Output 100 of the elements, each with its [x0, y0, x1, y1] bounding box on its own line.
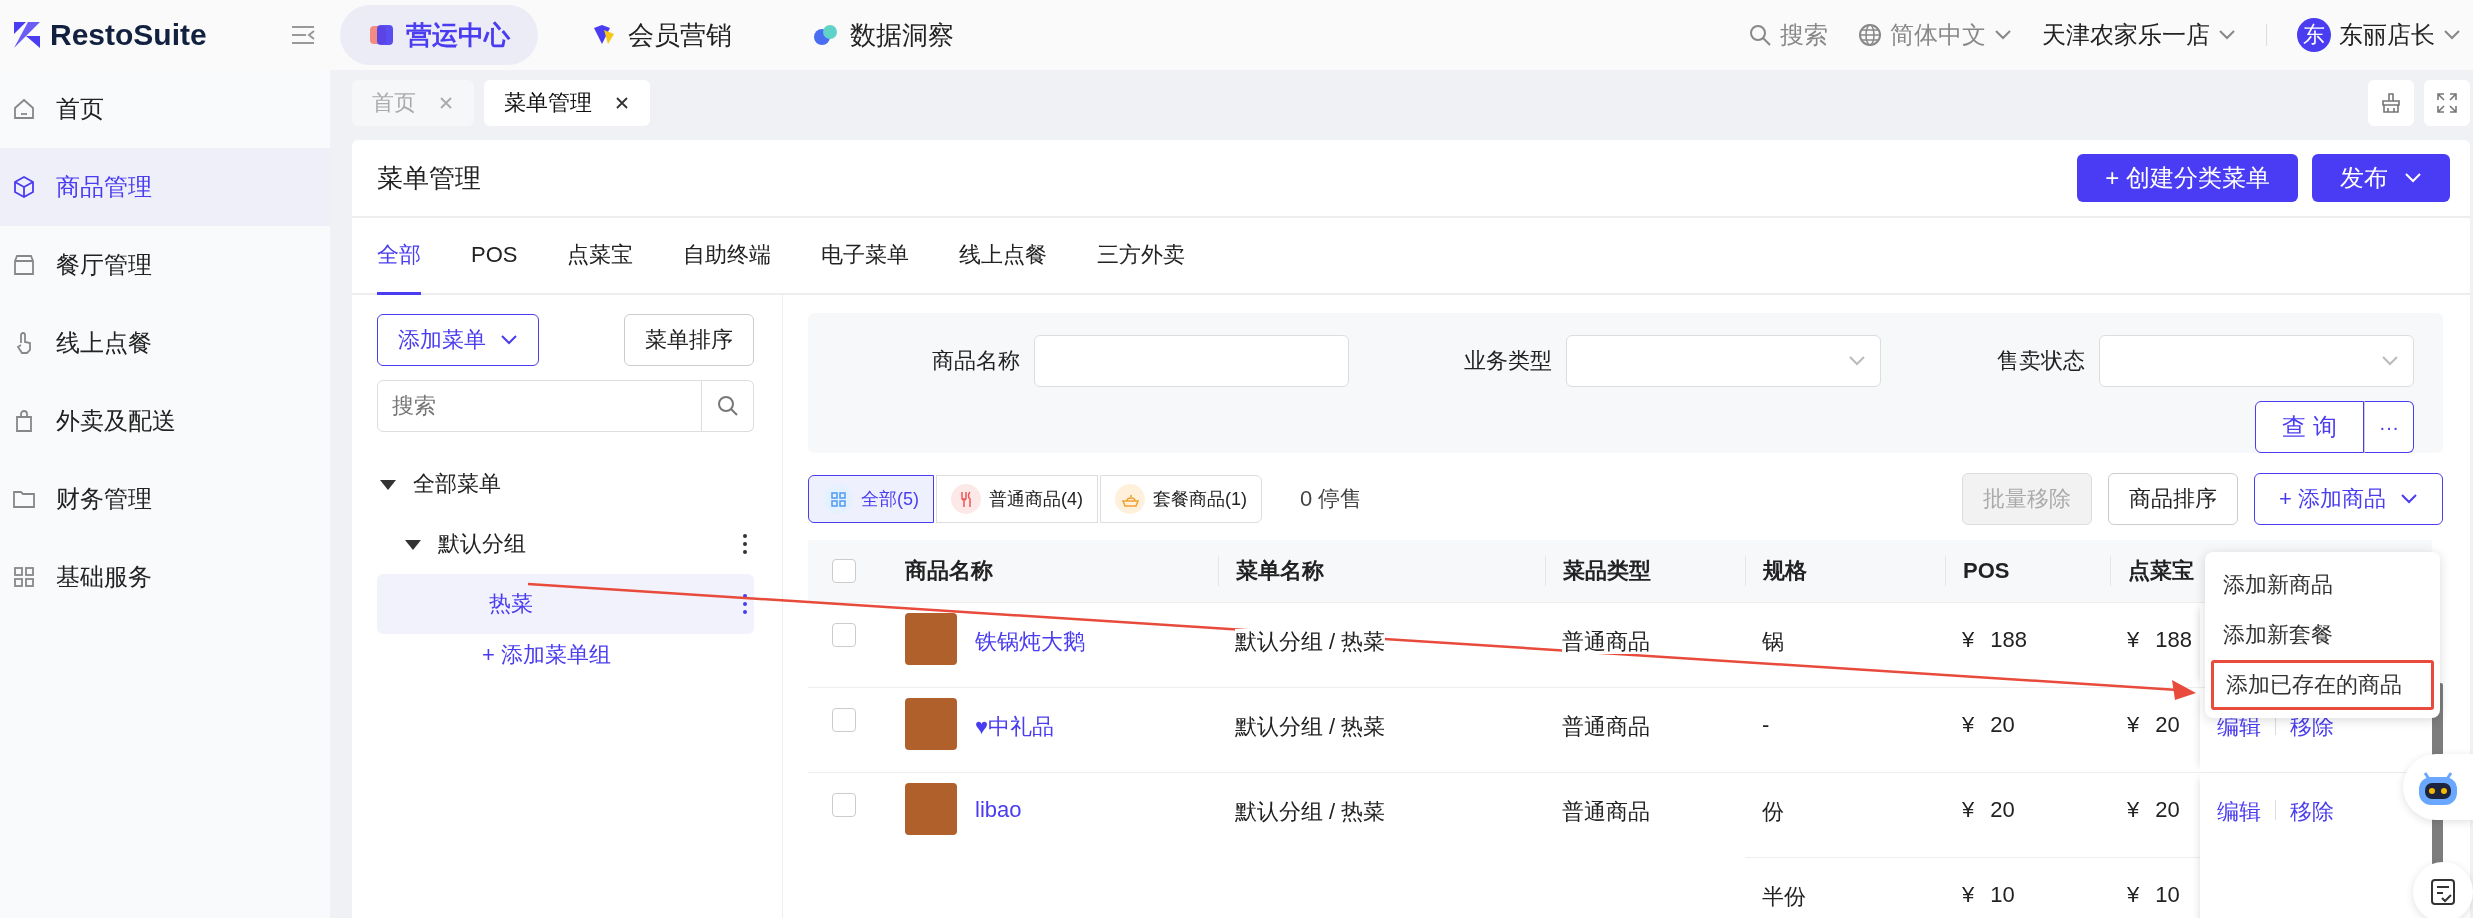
add-group-link[interactable]: + 添加菜单组 — [482, 640, 611, 670]
fullscreen-icon — [2436, 92, 2458, 114]
toolbar-button[interactable]: 商品排序 — [2108, 473, 2239, 525]
clear-button[interactable] — [2368, 80, 2414, 126]
action-link[interactable]: 移除 — [2290, 797, 2334, 827]
input-field[interactable] — [1034, 335, 1349, 387]
table-cell: 普通商品 — [1562, 714, 1650, 739]
assistant-button[interactable] — [2403, 754, 2473, 820]
menu-item[interactable]: 添加新套餐 — [2211, 610, 2434, 660]
search-icon — [1748, 23, 1772, 47]
caret-icon — [2443, 29, 2461, 41]
caret-icon — [2381, 355, 2399, 367]
toolbar-button[interactable]: + 添加商品 — [2254, 473, 2443, 525]
add-menu-button[interactable]: 添加菜单 — [377, 314, 539, 366]
menu-item-icon — [12, 565, 36, 589]
action-link[interactable]: 编辑 — [2217, 797, 2261, 827]
search-button[interactable] — [702, 380, 754, 432]
store-selector[interactable]: 天津农家乐一店 — [2042, 19, 2236, 51]
photo-placeholder — [905, 698, 957, 750]
type-tab[interactable]: 普通商品(4) — [936, 475, 1098, 523]
menu-item-icon — [12, 175, 36, 199]
checklist-icon — [2430, 878, 2456, 906]
channel-tab[interactable]: 电子菜单 — [821, 218, 910, 295]
sidebar-item[interactable]: 外卖及配送 — [0, 382, 330, 460]
product-link[interactable]: ♥中礼品 — [975, 712, 1055, 742]
product-link[interactable]: libao — [975, 797, 1022, 823]
logo-icon — [12, 20, 42, 50]
sidebar-item[interactable]: 财务管理 — [0, 460, 330, 538]
query-button[interactable]: 查 询 — [2255, 401, 2364, 453]
column-header: 点菜宝 — [2110, 556, 2200, 586]
menu-item[interactable]: 添加新商品 — [2211, 560, 2434, 610]
channel-tab[interactable]: 线上点餐 — [959, 218, 1048, 295]
create-button[interactable]: + 创建分类菜单 — [2077, 154, 2298, 202]
channel-tab[interactable]: 点菜宝 — [567, 218, 634, 295]
column-header: POS — [1945, 556, 2110, 586]
sidebar-item[interactable]: 商品管理 — [0, 148, 330, 226]
tree-node[interactable]: 热菜 — [377, 574, 754, 634]
table-cell: 普通商品 — [1562, 799, 1650, 824]
sort-menu-button[interactable]: 菜单排序 — [624, 314, 754, 366]
checkbox[interactable] — [832, 623, 856, 647]
sidebar-item[interactable]: 餐厅管理 — [0, 226, 330, 304]
table-cell: 半份 — [1762, 884, 1806, 909]
sidebar-item[interactable]: 基础服务 — [0, 538, 330, 616]
page-title: 菜单管理 — [377, 161, 481, 195]
select-field[interactable] — [1566, 335, 1881, 387]
checkbox[interactable] — [832, 708, 856, 732]
user-menu[interactable]: 东 东丽店长 — [2297, 18, 2461, 52]
menu-item-icon — [12, 97, 36, 121]
caret-icon — [2400, 493, 2418, 505]
field-label: 业务类型 — [1463, 347, 1552, 375]
tree-node[interactable]: 全部菜单 — [377, 454, 754, 514]
module-tab[interactable]: 营运中心 — [340, 5, 538, 65]
close-icon[interactable] — [614, 95, 630, 111]
caret-icon — [1994, 29, 2012, 41]
table-cell: 普通商品 — [1562, 629, 1650, 654]
module-tab[interactable]: 会员营销 — [562, 5, 760, 65]
publish-button[interactable]: 发布 — [2312, 154, 2450, 202]
logo-text: RestoSuite — [50, 18, 207, 52]
photo-placeholder — [905, 613, 957, 665]
menu-item-icon — [12, 253, 36, 277]
search-field[interactable]: 搜索 — [377, 380, 702, 432]
select-field[interactable] — [2099, 335, 2414, 387]
caret-icon — [500, 334, 518, 346]
kebab-icon[interactable] — [742, 533, 748, 555]
broom-icon — [2379, 91, 2403, 115]
tree-node[interactable]: 默认分组 — [377, 514, 754, 574]
module-icon — [368, 22, 394, 48]
sidebar-item[interactable]: 首页 — [0, 70, 330, 148]
table-cell: 默认分组 / 热菜 — [1235, 799, 1386, 824]
page-tab[interactable]: 菜单管理 — [484, 80, 650, 126]
fullscreen-button[interactable] — [2424, 80, 2470, 126]
caret-icon — [2218, 29, 2236, 41]
search-icon — [716, 395, 739, 417]
table-cell: 份 — [1762, 799, 1784, 824]
more-button[interactable]: ··· — [2364, 401, 2414, 453]
column-header: 规格 — [1745, 556, 1945, 586]
table-cell: 锅 — [1762, 629, 1784, 654]
photo-placeholder — [905, 783, 957, 835]
channel-tab[interactable]: 三方外卖 — [1097, 218, 1186, 295]
sidebar-item[interactable]: 线上点餐 — [0, 304, 330, 382]
column-header: 商品名称 — [904, 557, 994, 585]
globe-icon — [1858, 23, 1882, 47]
channel-tab[interactable]: 全部 — [377, 218, 421, 295]
checkbox[interactable] — [832, 793, 856, 817]
menu-item[interactable]: 添加已存在的商品 — [2211, 660, 2434, 710]
table-cell: 默认分组 / 热菜 — [1235, 714, 1386, 739]
kebab-icon[interactable] — [742, 593, 748, 615]
stopped-count: 0 停售 — [1300, 485, 1363, 513]
field-label: 商品名称 — [931, 347, 1020, 375]
column-header: 菜单名称 — [1218, 556, 1545, 586]
channel-tab[interactable]: 自助终端 — [683, 218, 772, 295]
type-icon — [829, 490, 847, 508]
module-tab[interactable]: 数据洞察 — [784, 5, 982, 65]
type-tab[interactable]: 全部(5) — [808, 475, 934, 523]
field-label: 售卖状态 — [1996, 347, 2085, 375]
product-link[interactable]: 铁锅炖大鹅 — [975, 627, 1085, 657]
checkbox[interactable] — [832, 559, 856, 583]
table-cell: 默认分组 / 热菜 — [1235, 629, 1386, 654]
channel-tab[interactable]: POS — [471, 218, 518, 295]
type-tab[interactable]: 套餐商品(1) — [1100, 475, 1262, 523]
